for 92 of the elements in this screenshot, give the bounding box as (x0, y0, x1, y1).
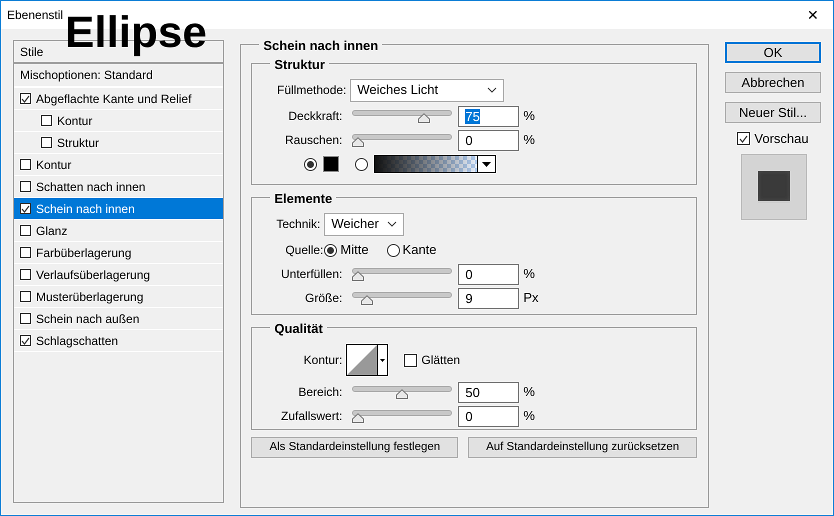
dialog-button[interactable]: OK (725, 42, 821, 63)
unit-label: Px (523, 289, 539, 308)
color-swatch[interactable] (323, 156, 340, 172)
contour-picker[interactable] (346, 344, 388, 376)
style-item[interactable]: Schein nach außen (36, 310, 140, 328)
field-label: Technik: (275, 216, 322, 233)
checkbox[interactable] (20, 203, 31, 214)
style-item[interactable]: Verlaufsüberlagerung (36, 266, 150, 284)
caret-icon (380, 358, 386, 362)
section-title: Schein nach innen (259, 39, 382, 53)
slider-track[interactable] (352, 268, 452, 280)
window-title: Ebenenstil (7, 7, 64, 24)
style-item[interactable]: Kontur (36, 156, 72, 174)
panel-header: Stile (20, 44, 44, 60)
group-title: Struktur (270, 58, 329, 72)
caret-icon (482, 162, 492, 166)
field-label: Deckkraft: (287, 108, 344, 125)
gradient-picker[interactable] (374, 155, 496, 173)
annotation-label: Ellipse (65, 11, 207, 55)
close-button[interactable]: ✕ (793, 4, 833, 26)
slider-track[interactable] (352, 134, 452, 146)
field-label: Zufallswert: (280, 408, 344, 425)
checkbox[interactable] (20, 291, 31, 302)
slider-thumb[interactable] (352, 136, 364, 146)
dropdown[interactable]: Weiches Licht (350, 78, 504, 102)
slider-track[interactable] (352, 386, 452, 398)
default-button[interactable]: Als Standardeinstellung festlegen (251, 437, 458, 458)
checkbox[interactable] (737, 132, 750, 146)
curve-icon (347, 345, 378, 375)
number-field[interactable]: 0 (458, 264, 520, 284)
dropdown[interactable]: Weicher (324, 212, 404, 236)
field-label: Füllmethode: (276, 82, 348, 99)
radio-button[interactable] (324, 244, 338, 256)
number-field[interactable]: 9 (458, 288, 520, 308)
style-item[interactable]: Schatten nach innen (36, 178, 146, 196)
slider-thumb[interactable] (396, 388, 408, 398)
number-field[interactable]: 0 (458, 406, 520, 426)
slider-track[interactable] (352, 110, 452, 122)
chevron-icon (387, 221, 398, 227)
checkbox[interactable] (404, 354, 418, 366)
field-label: Größe: (304, 290, 344, 307)
style-item[interactable]: Abgeflachte Kante und Relief (36, 90, 192, 108)
slider-thumb[interactable] (352, 412, 364, 422)
unit-label: % (523, 131, 535, 150)
checkbox[interactable] (41, 137, 52, 148)
group-title: Qualität (270, 322, 327, 336)
field-label: Rauschen: (284, 132, 344, 149)
unit-label: % (523, 107, 535, 126)
slider-track[interactable] (352, 410, 452, 422)
dialog-button[interactable]: Neuer Stil... (725, 102, 821, 123)
checkbox[interactable] (20, 93, 31, 104)
number-field[interactable]: 75 (458, 106, 520, 126)
style-item[interactable]: Struktur (57, 134, 100, 152)
checkbox[interactable] (20, 159, 31, 170)
radio-label: Mitte (340, 241, 369, 260)
radio-label: Kante (402, 241, 437, 260)
field-label: Unterfüllen: (280, 266, 344, 283)
radio-button[interactable] (355, 158, 368, 170)
number-field[interactable]: 50 (458, 382, 520, 402)
checkbox[interactable] (20, 313, 31, 324)
unit-label: % (523, 407, 535, 426)
preview-thumbnail (741, 154, 807, 220)
checkbox[interactable] (20, 335, 31, 346)
slider-thumb[interactable] (418, 112, 430, 122)
style-item[interactable]: Mischoptionen: Standard (20, 66, 153, 84)
group-title: Elemente (270, 192, 336, 206)
slider-track[interactable] (352, 292, 452, 304)
unit-label: % (523, 383, 535, 402)
field-label: Bereich: (297, 384, 344, 401)
checkbox[interactable] (20, 181, 31, 192)
checkbox-label: Glätten (421, 352, 460, 369)
default-button[interactable]: Auf Standardeinstellung zurücksetzen (468, 437, 697, 458)
slider-thumb[interactable] (361, 294, 374, 304)
chevron-icon (487, 87, 498, 93)
checkbox[interactable] (20, 225, 31, 236)
radio-button[interactable] (304, 158, 318, 170)
style-item[interactable]: Farbüberlagerung (36, 244, 132, 262)
checkbox-label: Vorschau (754, 130, 809, 148)
field-label: Quelle: (284, 242, 324, 259)
style-item[interactable]: Musterüberlagerung (36, 288, 144, 306)
dialog-button[interactable]: Abbrechen (725, 72, 821, 93)
checkbox[interactable] (20, 247, 31, 258)
slider-thumb[interactable] (352, 270, 364, 280)
checkbox[interactable] (20, 269, 31, 280)
style-item[interactable]: Schlagschatten (36, 332, 118, 350)
unit-label: % (523, 265, 535, 284)
style-item[interactable]: Kontur (57, 112, 92, 130)
style-item[interactable]: Glanz (36, 222, 68, 240)
number-field[interactable]: 0 (458, 130, 520, 150)
checkbox[interactable] (41, 115, 52, 126)
field-label: Kontur: (302, 352, 344, 369)
radio-button[interactable] (386, 244, 400, 256)
